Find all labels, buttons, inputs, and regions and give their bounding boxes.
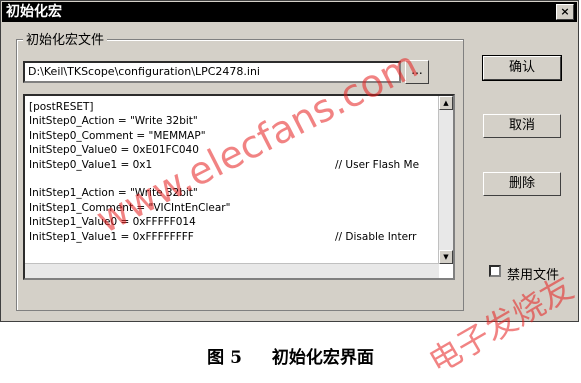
disable-file-label: 禁用文件 (507, 268, 560, 283)
code-line: InitStep1_Action = "Write 32bit" (29, 186, 437, 200)
code-text: InitStep0_Action = "Write 32bit" (29, 115, 198, 128)
macro-editor[interactable]: [postRESET] InitStep0_Action = "Write 32b… (23, 94, 455, 280)
figure-number: 图 5 (207, 348, 242, 368)
code-line: [postRESET] (29, 100, 437, 114)
ok-button[interactable]: 确认 (482, 55, 562, 81)
code-text: InitStep1_Value1 = 0xFFFFFFFF (29, 230, 194, 243)
code-text: [postRESET] (29, 101, 94, 113)
code-comment: // Disable Interr (335, 230, 417, 243)
dialog-window: 初始化宏 × 初始化宏文件 D:\Keil\TKScope\configurat… (0, 0, 579, 322)
close-button[interactable]: × (556, 4, 574, 20)
code-text: InitStep0_Value1 = 0x1 (29, 158, 153, 171)
code-line: InitStep1_Value0 = 0xFFFFF014 (29, 215, 437, 229)
delete-button[interactable]: 删除 (483, 172, 561, 196)
code-text: InitStep1_Action = "Write 32bit" (29, 187, 198, 200)
scroll-down-icon[interactable]: ▼ (439, 250, 453, 264)
group-label: 初始化宏文件 (23, 29, 108, 48)
vertical-scrollbar[interactable]: ▲ ▼ (438, 96, 453, 264)
window-title: 初始化宏 (6, 4, 62, 20)
code-line: InitStep0_Value0 = 0xE01FC040 (29, 143, 437, 157)
code-text: InitStep1_Comment = "VICIntEnClear" (29, 201, 231, 214)
file-path-field[interactable]: D:\Keil\TKScope\configuration\LPC2478.in… (23, 61, 401, 83)
browse-button[interactable]: ... (405, 60, 429, 84)
scroll-up-icon[interactable]: ▲ (439, 96, 453, 110)
title-bar[interactable]: 初始化宏 × (2, 2, 577, 22)
code-text: InitStep0_Comment = "MEMMAP" (29, 129, 206, 142)
code-line: InitStep0_Comment = "MEMMAP" (29, 129, 437, 143)
code-line: InitStep0_Action = "Write 32bit" (29, 114, 437, 128)
figure-title: 初始化宏界面 (271, 348, 374, 368)
editor-content[interactable]: [postRESET] InitStep0_Action = "Write 32b… (29, 100, 437, 262)
figure-caption: 图 5 初始化宏界面 (0, 343, 581, 368)
disable-file-checkbox[interactable] (489, 265, 501, 277)
code-line: InitStep0_Value1 = 0x1 // User Flash Me (29, 158, 437, 172)
code-text: InitStep0_Value0 = 0xE01FC040 (29, 144, 199, 157)
code-comment: // User Flash Me (335, 158, 420, 171)
code-line: InitStep1_Value1 = 0xFFFFFFFF // Disable … (29, 230, 437, 244)
horizontal-scrollbar[interactable] (25, 263, 439, 278)
cancel-button[interactable]: 取消 (483, 114, 561, 138)
code-text: InitStep1_Value0 = 0xFFFFF014 (29, 216, 196, 229)
code-line: InitStep1_Comment = "VICIntEnClear" (29, 201, 437, 215)
